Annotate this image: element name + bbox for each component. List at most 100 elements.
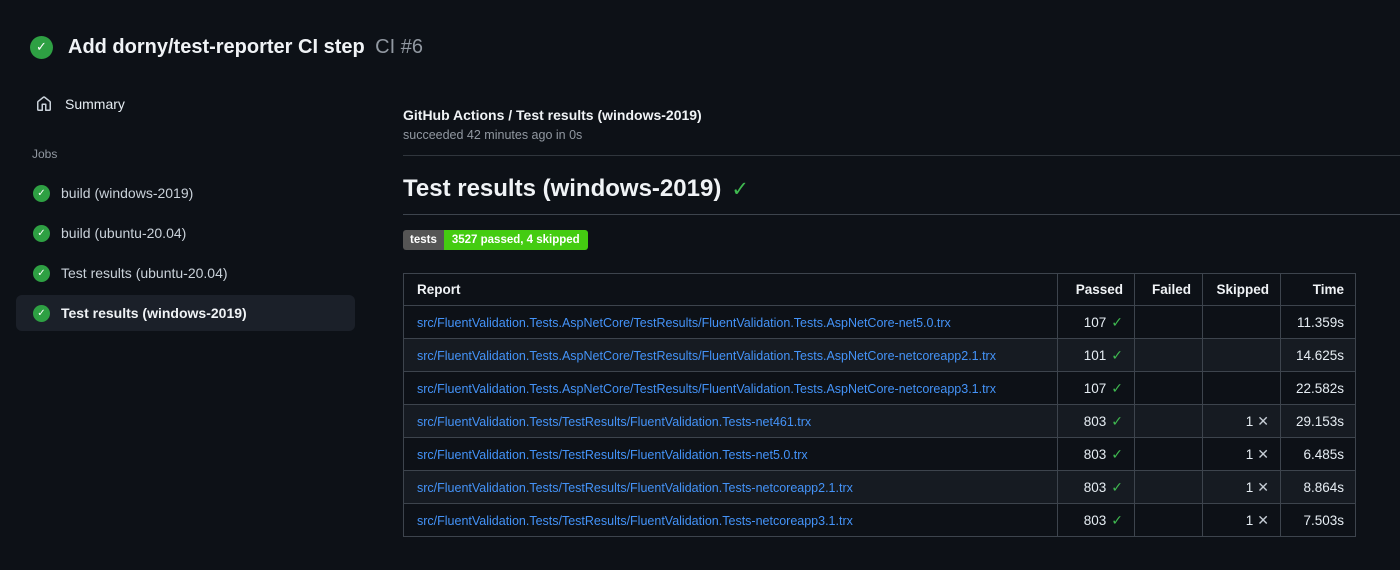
skipped-cell: 1 ✕ xyxy=(1202,437,1281,471)
skipped-cell xyxy=(1202,338,1281,372)
home-icon xyxy=(36,96,52,112)
report-link[interactable]: src/FluentValidation.Tests/TestResults/F… xyxy=(417,448,808,462)
report-link[interactable]: src/FluentValidation.Tests/TestResults/F… xyxy=(417,481,853,495)
table-row: src/FluentValidation.Tests.AspNetCore/Te… xyxy=(403,371,1356,405)
column-header-failed: Failed xyxy=(1134,273,1203,306)
tests-badge-value: 3527 passed, 4 skipped xyxy=(443,230,588,250)
passed-count: 803 xyxy=(1083,479,1107,495)
failed-cell xyxy=(1134,338,1203,372)
skipped-x-icon: ✕ xyxy=(1257,478,1269,495)
sidebar-item-summary[interactable]: Summary xyxy=(36,94,403,114)
passed-cell: 107 ✓ xyxy=(1057,371,1135,405)
report-cell: src/FluentValidation.Tests/TestResults/F… xyxy=(403,437,1058,471)
run-success-check-icon: ✓ xyxy=(30,35,53,59)
results-table: Report Passed Failed Skipped Time src/Fluent… xyxy=(403,273,1356,537)
report-cell: src/FluentValidation.Tests/TestResults/F… xyxy=(403,503,1058,537)
table-row: src/FluentValidation.Tests.AspNetCore/Te… xyxy=(403,305,1356,339)
skipped-count: 1 xyxy=(1245,479,1254,495)
report-link[interactable]: src/FluentValidation.Tests/TestResults/F… xyxy=(417,514,853,528)
report-link[interactable]: src/FluentValidation.Tests.AspNetCore/Te… xyxy=(417,382,996,396)
skipped-cell xyxy=(1202,305,1281,339)
table-header-row: Report Passed Failed Skipped Time xyxy=(403,273,1356,306)
skipped-count: 1 xyxy=(1245,446,1254,462)
check-circle-icon: ✓ xyxy=(33,184,50,202)
heading-check-icon: ✓ xyxy=(731,178,749,201)
table-row: src/FluentValidation.Tests/TestResults/F… xyxy=(403,503,1356,537)
sidebar-item-label: Test results (windows-2019) xyxy=(61,305,247,321)
run-header: ✓ Add dorny/test-reporter CI step CI #6 xyxy=(0,0,1400,64)
skipped-x-icon: ✕ xyxy=(1257,412,1269,429)
report-cell: src/FluentValidation.Tests/TestResults/F… xyxy=(403,404,1058,438)
passed-count: 107 xyxy=(1083,380,1107,396)
report-link[interactable]: src/FluentValidation.Tests.AspNetCore/Te… xyxy=(417,316,951,330)
sidebar-item-job[interactable]: ✓ Test results (ubuntu-20.04) xyxy=(16,255,355,291)
passed-check-icon: ✓ xyxy=(1111,379,1123,396)
passed-check-icon: ✓ xyxy=(1111,511,1123,528)
check-circle-icon: ✓ xyxy=(33,304,50,322)
report-cell: src/FluentValidation.Tests.AspNetCore/Te… xyxy=(403,338,1058,372)
check-circle-icon: ✓ xyxy=(33,224,50,242)
passed-count: 107 xyxy=(1083,314,1107,330)
passed-count: 803 xyxy=(1083,446,1107,462)
table-row: src/FluentValidation.Tests/TestResults/F… xyxy=(403,470,1356,504)
sidebar-item-job[interactable]: ✓ build (windows-2019) xyxy=(16,175,355,211)
time-cell: 14.625s xyxy=(1280,338,1356,372)
sidebar-item-job[interactable]: ✓ build (ubuntu-20.04) xyxy=(16,215,355,251)
sidebar-item-label: build (ubuntu-20.04) xyxy=(61,225,187,241)
report-link[interactable]: src/FluentValidation.Tests/TestResults/F… xyxy=(417,415,811,429)
main-content: GitHub Actions / Test results (windows-2… xyxy=(403,64,1400,537)
run-title-group: Add dorny/test-reporter CI step CI #6 xyxy=(68,36,423,59)
table-row: src/FluentValidation.Tests/TestResults/F… xyxy=(403,404,1356,438)
check-run-breadcrumb: GitHub Actions / Test results (windows-2… xyxy=(403,107,702,123)
summary-label: Summary xyxy=(65,96,125,112)
time-cell: 22.582s xyxy=(1280,371,1356,405)
sidebar-item-label: build (windows-2019) xyxy=(61,185,194,201)
passed-cell: 101 ✓ xyxy=(1057,338,1135,372)
passed-count: 803 xyxy=(1083,413,1107,429)
check-run-status: succeeded 42 minutes ago in 0s xyxy=(403,128,583,142)
report-cell: src/FluentValidation.Tests.AspNetCore/Te… xyxy=(403,305,1058,339)
tests-badge-label: tests xyxy=(403,230,444,250)
time-cell: 7.503s xyxy=(1280,503,1356,537)
skipped-cell: 1 ✕ xyxy=(1202,404,1281,438)
time-cell: 6.485s xyxy=(1280,437,1356,471)
column-header-report: Report xyxy=(403,273,1058,306)
report-cell: src/FluentValidation.Tests/TestResults/F… xyxy=(403,470,1058,504)
report-cell: src/FluentValidation.Tests.AspNetCore/Te… xyxy=(403,371,1058,405)
passed-count: 101 xyxy=(1083,347,1107,363)
report-link[interactable]: src/FluentValidation.Tests.AspNetCore/Te… xyxy=(417,349,996,363)
job-list: ✓ build (windows-2019) ✓ build (ubuntu-20.0… xyxy=(16,175,355,331)
sidebar-item-job[interactable]: ✓ Test results (windows-2019) xyxy=(16,295,355,331)
passed-check-icon: ✓ xyxy=(1111,346,1123,363)
passed-cell: 803 ✓ xyxy=(1057,470,1135,504)
skipped-cell: 1 ✕ xyxy=(1202,503,1281,537)
table-body: src/FluentValidation.Tests.AspNetCore/Te… xyxy=(403,305,1356,537)
divider xyxy=(403,155,1400,156)
passed-count: 803 xyxy=(1083,512,1107,528)
run-number: CI #6 xyxy=(375,35,423,58)
section-heading-text: Test results (windows-2019) xyxy=(403,175,722,202)
sidebar: Summary Jobs ✓ build (windows-2019) ✓ build… xyxy=(0,64,403,335)
passed-check-icon: ✓ xyxy=(1111,412,1123,429)
tests-badge: tests 3527 passed, 4 skipped xyxy=(403,230,588,250)
passed-cell: 803 ✓ xyxy=(1057,503,1135,537)
skipped-count: 1 xyxy=(1245,413,1254,429)
table-row: src/FluentValidation.Tests/TestResults/F… xyxy=(403,437,1356,471)
passed-check-icon: ✓ xyxy=(1111,313,1123,330)
failed-cell xyxy=(1134,305,1203,339)
failed-cell xyxy=(1134,404,1203,438)
jobs-section-label: Jobs xyxy=(32,147,58,161)
column-header-skipped: Skipped xyxy=(1202,273,1281,306)
passed-check-icon: ✓ xyxy=(1111,445,1123,462)
time-cell: 8.864s xyxy=(1280,470,1356,504)
failed-cell xyxy=(1134,470,1203,504)
run-title: Add dorny/test-reporter CI step xyxy=(68,35,365,58)
failed-cell xyxy=(1134,437,1203,471)
failed-cell xyxy=(1134,371,1203,405)
skipped-cell: 1 ✕ xyxy=(1202,470,1281,504)
skipped-x-icon: ✕ xyxy=(1257,511,1269,528)
passed-cell: 803 ✓ xyxy=(1057,437,1135,471)
table-row: src/FluentValidation.Tests.AspNetCore/Te… xyxy=(403,338,1356,372)
skipped-cell xyxy=(1202,371,1281,405)
section-heading: Test results (windows-2019) ✓ xyxy=(403,172,1400,215)
